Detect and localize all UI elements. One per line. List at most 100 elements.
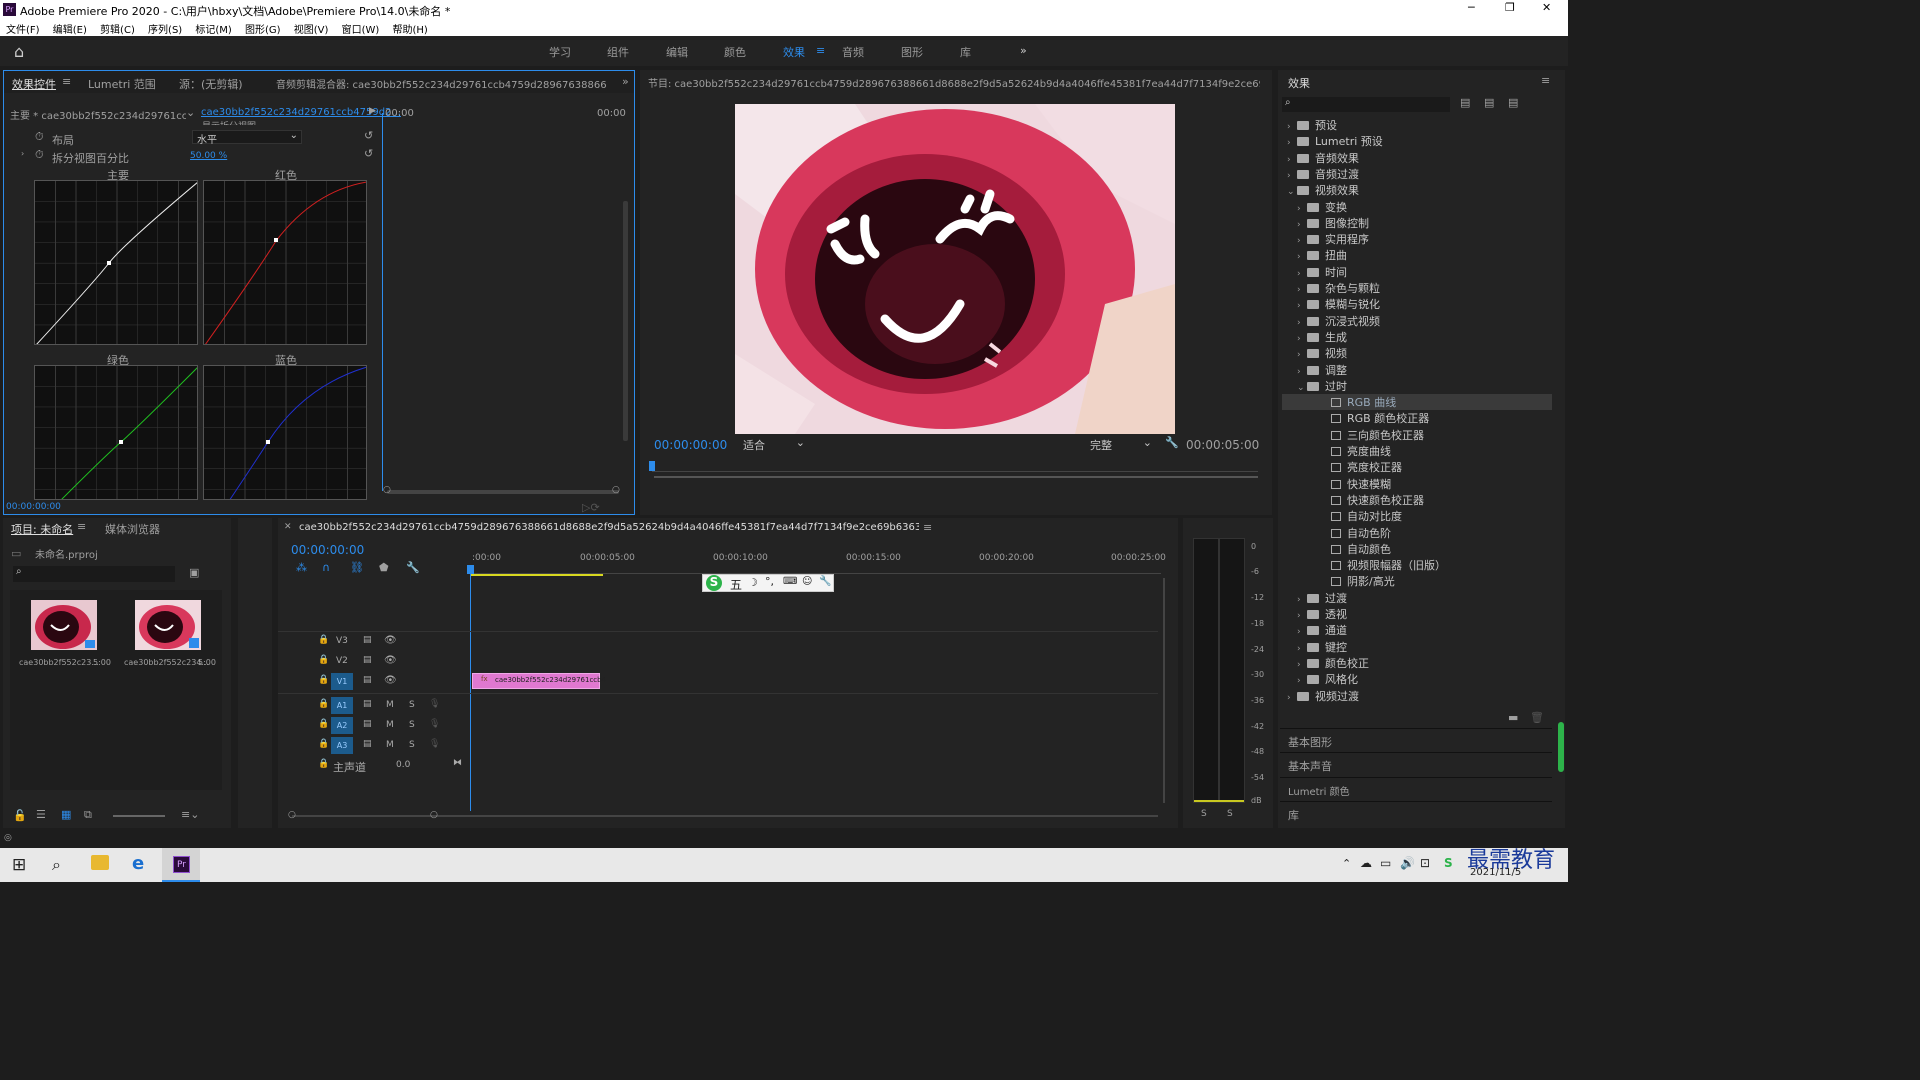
timeline-tab[interactable]: cae30bb2f552c234d29761ccb4759d2896763886… xyxy=(299,522,919,533)
mic-icon[interactable]: 🎙 xyxy=(429,699,440,709)
go-to-end-icon[interactable]: ⧓ xyxy=(453,758,462,768)
effects-search-input[interactable]: ⌕ xyxy=(1282,97,1450,112)
add-marker-icon[interactable]: ⬟ xyxy=(379,561,389,574)
clip-dropdown-icon[interactable]: ⌄ xyxy=(186,106,195,119)
green-curve-graph[interactable] xyxy=(34,365,198,500)
layout-stopwatch-icon[interactable]: ⏱ xyxy=(35,130,44,144)
red-curve-graph[interactable] xyxy=(203,180,367,345)
workspace-color[interactable]: 颜色 xyxy=(724,44,746,60)
chevron-right-icon[interactable]: › xyxy=(1297,660,1307,670)
chevron-right-icon[interactable]: › xyxy=(1287,122,1297,132)
chevron-right-icon[interactable]: › xyxy=(1297,236,1307,246)
workspace-editing[interactable]: 编辑 xyxy=(666,44,688,60)
program-ruler[interactable] xyxy=(652,462,1258,472)
effect-folder[interactable]: › 扭曲 xyxy=(1283,247,1553,263)
icon-view-icon[interactable]: ▦ xyxy=(61,808,71,821)
project-search-input[interactable]: ⌕ xyxy=(13,566,175,582)
tab-media-browser[interactable]: 媒体浏览器 xyxy=(105,521,160,537)
master-curve-graph[interactable] xyxy=(34,180,198,345)
sync-lock-icon[interactable]: ▤ xyxy=(363,635,372,645)
tab-source[interactable]: 源：(无剪辑) xyxy=(179,76,243,92)
search-icon[interactable]: ⌕ xyxy=(52,855,61,875)
sync-lock-icon[interactable]: ▤ xyxy=(363,739,372,749)
section-libraries[interactable]: 库 xyxy=(1288,807,1299,823)
solo-right-button[interactable]: S xyxy=(1227,809,1233,819)
windows-start-icon[interactable]: ⊞ xyxy=(12,855,26,875)
file-explorer-icon[interactable] xyxy=(91,855,109,870)
master-volume[interactable]: 0.0 xyxy=(396,760,410,770)
maximize-icon[interactable]: ❐ xyxy=(1505,1,1515,14)
ec-playhead[interactable] xyxy=(382,113,383,491)
blue-curve-graph[interactable] xyxy=(203,365,367,500)
list-view-icon[interactable]: ☰ xyxy=(36,808,46,821)
ec-zoom-scrollbar[interactable] xyxy=(387,490,619,494)
chevron-right-icon[interactable]: › xyxy=(1287,155,1297,165)
timeline-ruler[interactable] xyxy=(471,566,1161,574)
chevron-right-icon[interactable]: › xyxy=(1297,269,1307,279)
menu-view[interactable]: 视图(V) xyxy=(294,25,329,36)
snap-icon[interactable]: ∩ xyxy=(322,561,330,574)
premiere-taskbar-button[interactable]: Pr xyxy=(162,848,200,882)
layout-select[interactable]: 水平 ⌄ xyxy=(192,130,302,146)
effect-item[interactable]: 自动颜色 xyxy=(1283,541,1553,557)
effect-folder[interactable]: › 过渡 xyxy=(1283,590,1553,606)
effect-folder[interactable]: › 风格化 xyxy=(1283,671,1553,687)
project-item[interactable] xyxy=(135,600,201,650)
workspace-graphics[interactable]: 图形 xyxy=(901,44,923,60)
eye-icon[interactable]: 👁 xyxy=(384,635,397,646)
effect-folder[interactable]: › 调整 xyxy=(1283,362,1553,378)
effect-item[interactable]: 视频限幅器（旧版） xyxy=(1283,557,1553,573)
effect-folder[interactable]: ⌄ 过时 xyxy=(1283,378,1553,394)
effect-folder[interactable]: › 预设 xyxy=(1283,117,1553,133)
project-item[interactable] xyxy=(31,600,97,650)
solo-button[interactable]: S xyxy=(409,700,415,710)
accelerated-effects-icon[interactable]: ▤ xyxy=(1460,96,1470,109)
effect-folder[interactable]: › 键控 xyxy=(1283,639,1553,655)
section-lumetri-color[interactable]: Lumetri 颜色 xyxy=(1288,783,1350,798)
minimize-icon[interactable]: ─ xyxy=(1468,1,1475,14)
close-icon[interactable]: ✕ xyxy=(1542,1,1551,14)
track-label[interactable]: A2 xyxy=(331,717,353,734)
quality-select[interactable]: 完整 ⌄ xyxy=(1086,436,1154,452)
menu-edit[interactable]: 编辑(E) xyxy=(53,25,87,36)
panel-menu-icon[interactable]: ≡ xyxy=(923,521,932,534)
volume-icon[interactable]: 🔊 xyxy=(1400,856,1415,870)
chevron-up-icon[interactable]: ⌃ xyxy=(1342,857,1351,870)
sync-lock-icon[interactable]: ▤ xyxy=(363,655,372,665)
effect-folder[interactable]: › 变换 xyxy=(1283,199,1553,215)
effect-item[interactable]: 亮度曲线 xyxy=(1283,443,1553,459)
chevron-right-icon[interactable]: › xyxy=(1297,611,1307,621)
ime-icon[interactable]: ⊡ xyxy=(1420,856,1430,870)
chevron-right-icon[interactable]: › xyxy=(1297,595,1307,605)
sync-lock-icon[interactable]: ▤ xyxy=(363,699,372,709)
red-curve-svg[interactable] xyxy=(204,181,367,345)
effect-item[interactable]: 自动对比度 xyxy=(1283,508,1553,524)
effect-item[interactable]: RGB 颜色校正器 xyxy=(1283,410,1553,426)
scroll-handle-icon[interactable]: ○ xyxy=(430,810,438,820)
menu-graphics[interactable]: 图形(G) xyxy=(245,25,281,36)
zoom-handle-icon[interactable]: ○ xyxy=(612,485,620,495)
split-stopwatch-icon[interactable]: ⏱ xyxy=(35,148,44,162)
lock-icon[interactable]: 🔓 xyxy=(13,809,27,822)
chevron-right-icon[interactable]: › xyxy=(1297,285,1307,295)
tab-lumetri-scopes[interactable]: Lumetri 范围 xyxy=(88,76,156,92)
effect-folder[interactable]: › Lumetri 预设 xyxy=(1283,133,1553,149)
effect-item[interactable]: 阴影/高光 xyxy=(1283,573,1553,589)
chevron-right-icon[interactable]: › xyxy=(1297,318,1307,328)
menu-clip[interactable]: 剪辑(C) xyxy=(100,25,135,36)
mute-button[interactable]: M xyxy=(386,700,394,710)
workspace-menu-icon[interactable]: ≡ xyxy=(816,44,825,57)
tab-audio-clip-mixer[interactable]: 音频剪辑混合器: cae30bb2f552c234d29761ccb4759d2… xyxy=(276,76,606,91)
program-timecode[interactable]: 00:00:00:00 xyxy=(654,438,727,452)
panel-menu-icon[interactable]: ≡ xyxy=(77,520,86,533)
new-bin-icon[interactable]: ▬ xyxy=(1508,711,1518,724)
linked-selection-icon[interactable]: ⛓ xyxy=(350,561,364,574)
expand-arrow-icon[interactable]: › xyxy=(21,149,24,158)
mic-icon[interactable]: 🎙 xyxy=(429,719,440,729)
effect-folder[interactable]: › 时间 xyxy=(1283,264,1553,280)
effect-folder[interactable]: › 模糊与锐化 xyxy=(1283,296,1553,312)
home-icon[interactable]: ⌂ xyxy=(14,42,24,61)
scroll-handle-icon[interactable]: ○ xyxy=(288,810,296,820)
32bit-effects-icon[interactable]: ▤ xyxy=(1484,96,1494,109)
effect-item[interactable]: 亮度校正器 xyxy=(1283,459,1553,475)
